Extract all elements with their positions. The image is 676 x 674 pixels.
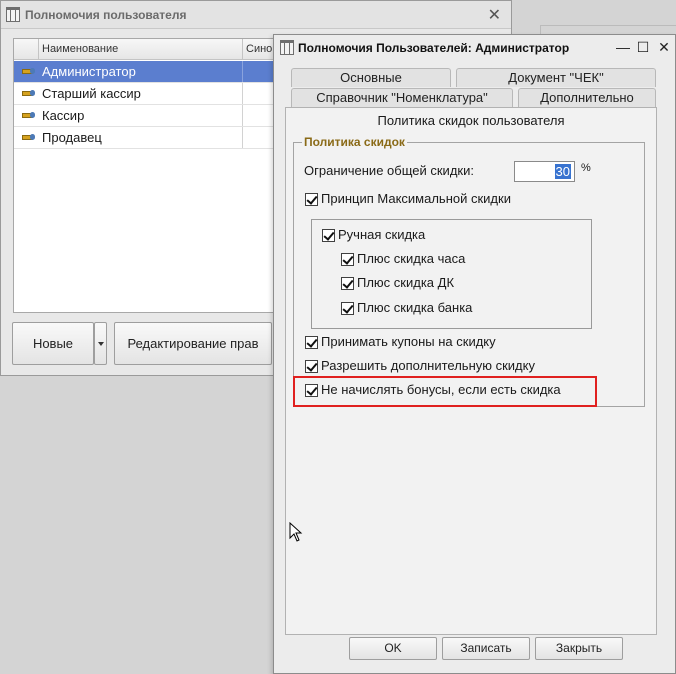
plus-bank-label[interactable]: Плюс скидка банка <box>357 300 472 315</box>
window-icon <box>6 7 20 22</box>
list-item[interactable]: Администратор <box>14 61 274 83</box>
discount-policy-panel: Политика скидок пользователя Политика ск… <box>285 107 657 635</box>
plus-dk-label[interactable]: Плюс скидка ДК <box>357 275 454 290</box>
permissions-dialog: Полномочия Пользователей: Администратор … <box>273 34 676 674</box>
plus-bank-checkbox[interactable] <box>341 302 354 315</box>
list-item[interactable]: Кассир <box>14 105 274 127</box>
tab-additional[interactable]: Дополнительно <box>518 88 656 107</box>
tab-receipt-document[interactable]: Документ "ЧЕК" <box>456 68 656 87</box>
list-item-label: Администратор <box>42 64 136 79</box>
percent-unit: % <box>581 162 591 174</box>
users-list[interactable]: Наименование Синон Администратор Старший… <box>13 38 278 313</box>
list-item-label: Кассир <box>42 108 85 123</box>
close-icon[interactable]: ✕ <box>488 5 501 25</box>
minimize-icon[interactable]: — <box>614 38 632 56</box>
tab-nomenclature-catalog[interactable]: Справочник "Номенклатура" <box>291 88 513 107</box>
max-discount-label[interactable]: Принцип Максимальной скидки <box>321 191 511 206</box>
panel-title: Политика скидок пользователя <box>377 113 565 128</box>
allow-extra-checkbox[interactable] <box>305 360 318 373</box>
highlight-frame <box>293 376 597 407</box>
background-titlebar: Полномочия пользователя ✕ <box>1 1 511 29</box>
coupons-label[interactable]: Принимать купоны на скидку <box>321 334 496 349</box>
mouse-cursor-icon <box>289 522 303 542</box>
ok-button[interactable]: OK <box>349 637 437 660</box>
new-dropdown-button[interactable] <box>94 322 107 365</box>
window-icon <box>280 40 294 55</box>
plus-hour-checkbox[interactable] <box>341 253 354 266</box>
user-icon <box>22 68 35 75</box>
group-title: Политика скидок <box>302 135 407 149</box>
tab-main[interactable]: Основные <box>291 68 451 87</box>
plus-hour-label[interactable]: Плюс скидка часа <box>357 251 465 266</box>
allow-extra-label[interactable]: Разрешить дополнительную скидку <box>321 358 535 373</box>
background-window-title: Полномочия пользователя <box>25 8 187 22</box>
column-header-name[interactable]: Наименование <box>42 43 118 55</box>
plus-dk-checkbox[interactable] <box>341 277 354 290</box>
list-item[interactable]: Старший кассир <box>14 83 274 105</box>
user-icon <box>22 134 35 141</box>
list-item[interactable]: Продавец <box>14 127 274 149</box>
coupons-checkbox[interactable] <box>305 336 318 349</box>
edit-rights-button[interactable]: Редактирование прав <box>114 322 272 365</box>
maximize-icon[interactable]: ☐ <box>634 38 652 56</box>
dialog-titlebar: Полномочия Пользователей: Администратор … <box>274 35 675 61</box>
user-icon <box>22 90 35 97</box>
dialog-title: Полномочия Пользователей: Администратор <box>298 41 570 55</box>
save-button[interactable]: Записать <box>442 637 530 660</box>
discount-limit-input[interactable]: 30 <box>514 161 575 182</box>
manual-discount-box: Ручная скидка Плюс скидка часа Плюс скид… <box>311 219 592 329</box>
discount-policy-group: Политика скидок Ограничение общей скидки… <box>293 135 645 407</box>
max-discount-checkbox[interactable] <box>305 193 318 206</box>
close-button[interactable]: Закрыть <box>535 637 623 660</box>
list-item-label: Продавец <box>42 130 102 145</box>
new-button[interactable]: Новые <box>12 322 94 365</box>
discount-limit-value: 30 <box>554 164 571 179</box>
user-icon <box>22 112 35 119</box>
manual-discount-checkbox[interactable] <box>322 229 335 242</box>
limit-label: Ограничение общей скидки: <box>304 163 474 178</box>
chevron-down-icon <box>98 342 104 346</box>
list-item-label: Старший кассир <box>42 86 141 101</box>
list-header: Наименование Синон <box>14 39 278 60</box>
manual-discount-label[interactable]: Ручная скидка <box>338 227 425 242</box>
close-icon[interactable]: ✕ <box>655 38 673 56</box>
